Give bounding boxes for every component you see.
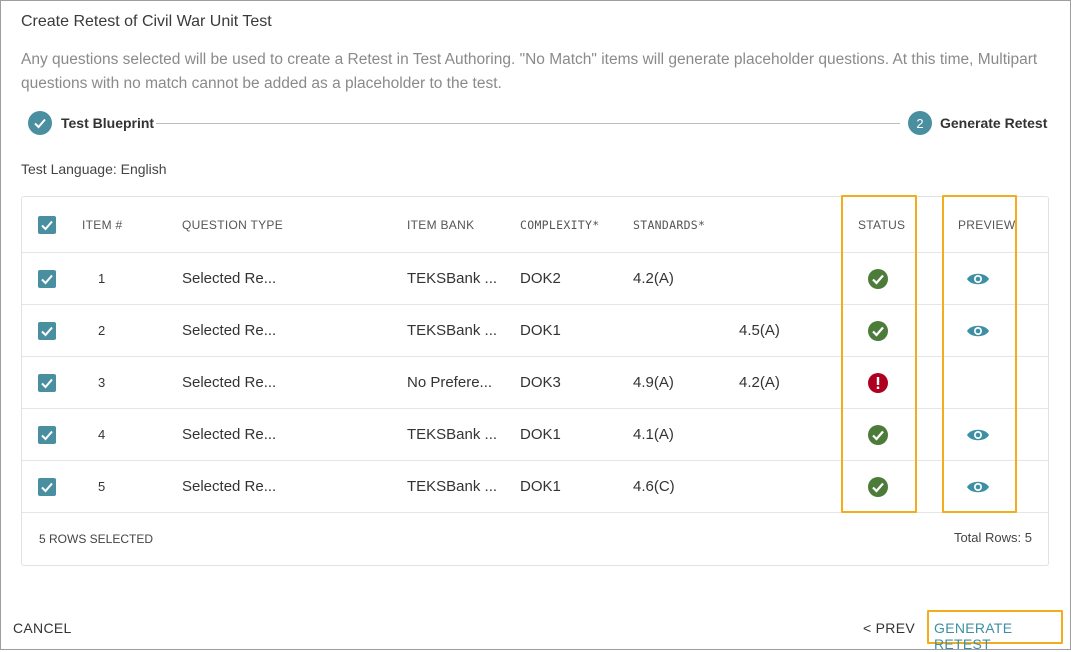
question-type: Selected Re... (182, 426, 277, 443)
test-language: Test Language: English (21, 161, 167, 177)
header-standards[interactable]: STANDARDS* (633, 197, 705, 252)
standard: 4.6(C) (633, 478, 675, 495)
question-type: Selected Re... (182, 374, 277, 391)
step-generate-retest[interactable]: Generate Retest (940, 115, 1047, 131)
standard: 4.1(A) (633, 426, 674, 443)
item-number: 1 (98, 271, 106, 286)
generate-retest-button[interactable]: GENERATE RETEST (934, 620, 1070, 652)
row-checkbox-checked-icon[interactable] (38, 477, 56, 496)
row-checkbox-checked-icon[interactable] (38, 321, 56, 340)
row-checkbox-checked-icon[interactable] (38, 373, 56, 392)
item-number: 3 (98, 375, 106, 390)
item-number: 2 (98, 323, 106, 338)
header-item-number[interactable]: ITEM # (82, 197, 122, 252)
standard: 4.2(A) (633, 270, 674, 287)
complexity: DOK1 (520, 322, 561, 339)
dialog: Create Retest of Civil War Unit Test Any… (0, 0, 1071, 652)
complexity: DOK3 (520, 374, 561, 391)
checkbox-checked-icon[interactable] (38, 215, 56, 234)
question-type: Selected Re... (182, 322, 277, 339)
complexity: DOK1 (520, 426, 561, 443)
question-type: Selected Re... (182, 478, 277, 495)
dialog-description: Any questions selected will be used to c… (21, 51, 1038, 92)
step-number-badge: 2 (908, 111, 932, 135)
header-question-type[interactable]: QUESTION TYPE (182, 197, 283, 252)
row-checkbox-checked-icon[interactable] (38, 269, 56, 288)
item-number: 4 (98, 427, 106, 442)
preview-column-highlight (942, 195, 1017, 513)
total-rows: Total Rows: 5 (953, 530, 1032, 545)
question-type: Selected Re... (182, 270, 277, 287)
header-complexity[interactable]: COMPLEXITY* (520, 197, 599, 252)
item-bank: No Prefere... (407, 374, 493, 391)
standard-secondary: 4.2(A) (739, 374, 780, 391)
standard: 4.9(A) (633, 374, 674, 391)
step-complete-check-icon (28, 111, 52, 135)
table-footer: 5 ROWS SELECTED Total Rows: 5 (22, 514, 1048, 566)
status-column-highlight (841, 195, 917, 513)
select-all-checkbox[interactable] (38, 197, 56, 252)
prev-button[interactable]: < PREV (863, 620, 915, 636)
item-bank: TEKSBank ... (407, 270, 498, 287)
item-bank: TEKSBank ... (407, 322, 498, 339)
cancel-button[interactable]: CANCEL (13, 620, 72, 636)
complexity: DOK2 (520, 270, 561, 287)
header-item-bank[interactable]: ITEM BANK (407, 197, 474, 252)
standard-secondary: 4.5(A) (739, 322, 780, 339)
row-checkbox-checked-icon[interactable] (38, 425, 56, 444)
step-test-blueprint[interactable]: Test Blueprint (61, 115, 154, 131)
rows-selected-count: 5 ROWS SELECTED (39, 532, 154, 546)
item-bank: TEKSBank ... (407, 478, 498, 495)
stepper-connector (156, 123, 900, 124)
item-bank: TEKSBank ... (407, 426, 498, 443)
dialog-title: Create Retest of Civil War Unit Test (21, 13, 272, 30)
stepper: Test Blueprint 2 Generate Retest (28, 111, 1048, 137)
complexity: DOK1 (520, 478, 561, 495)
item-number: 5 (98, 479, 106, 494)
